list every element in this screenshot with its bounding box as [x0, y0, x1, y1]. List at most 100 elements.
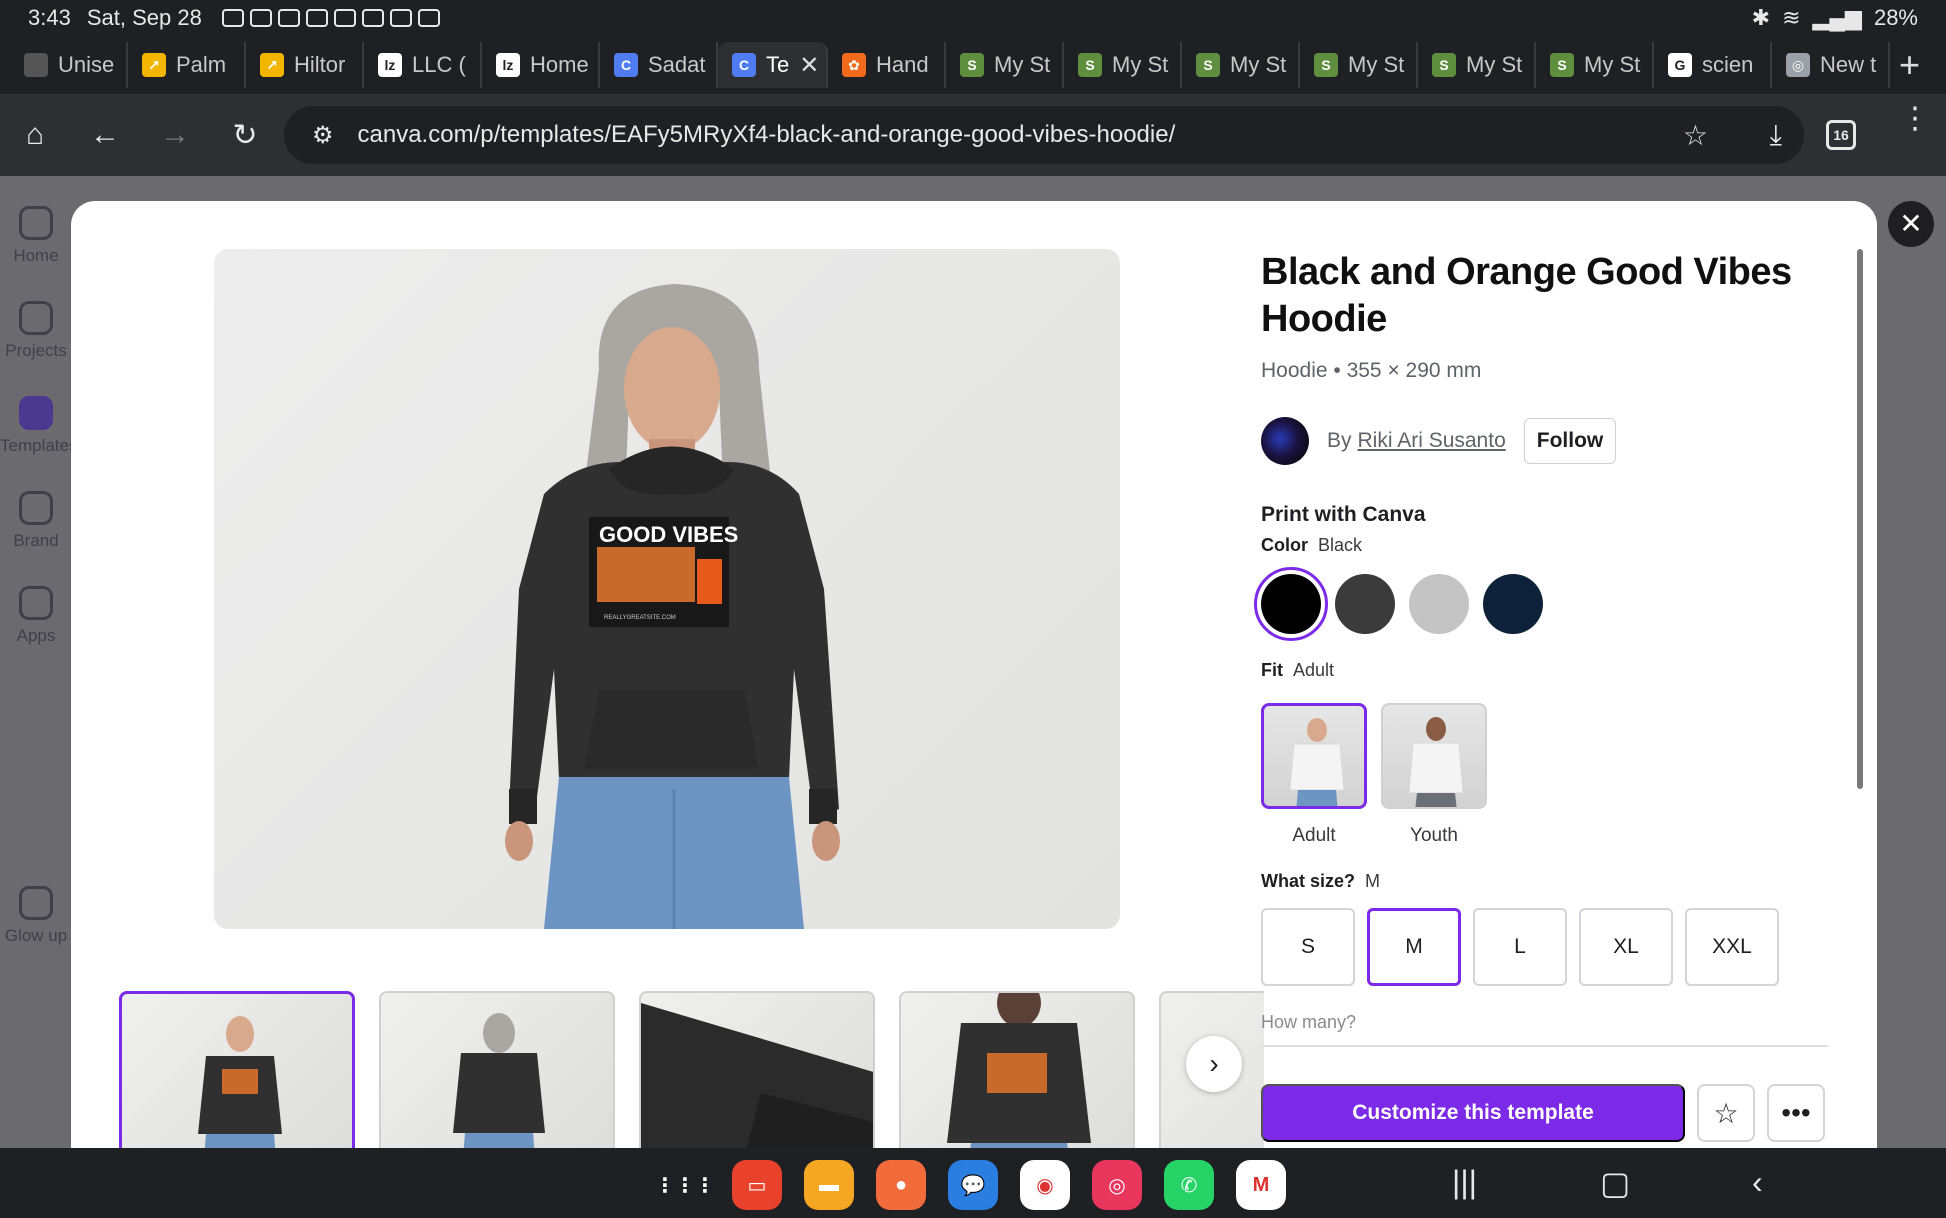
author-link[interactable]: Riki Ari Susanto	[1358, 429, 1506, 452]
notification-icon	[333, 9, 356, 27]
camera-app-icon[interactable]: ◎	[1092, 1160, 1142, 1210]
home-icon[interactable]: ⌂	[0, 118, 70, 152]
messages-app-icon[interactable]: 💬	[948, 1160, 998, 1210]
tab-title: Hiltor	[294, 52, 346, 77]
fit-label: Fit	[1261, 660, 1283, 680]
files-app-icon[interactable]: ▬	[804, 1160, 854, 1210]
tab-favicon-icon: S	[960, 53, 984, 77]
fit-option-label: Adult	[1292, 825, 1336, 846]
color-label: Color	[1261, 535, 1308, 555]
fit-value: Adult	[1293, 660, 1335, 680]
fit-label-row: Fit Adult	[1261, 660, 1841, 681]
size-option[interactable]: XL	[1579, 908, 1673, 986]
browser-tab[interactable]: S My St	[1418, 42, 1536, 88]
chrome-app-icon[interactable]: ◉	[1020, 1160, 1070, 1210]
browser-tab[interactable]: lz LLC (	[364, 42, 482, 88]
color-swatch[interactable]	[1254, 567, 1328, 641]
browser-tab[interactable]: S My St	[1064, 42, 1182, 88]
notes-app-icon[interactable]: ▭	[732, 1160, 782, 1210]
browser-tab[interactable]: Unise	[10, 42, 128, 88]
thumbnail-back[interactable]	[379, 991, 615, 1148]
page-backdrop: Home Projects Templates Brand Apps Glow up	[0, 176, 1946, 1148]
template-modal: GOOD VIBES REALLYGREATSITE.COM › Black a…	[71, 201, 1877, 1148]
rail-item[interactable]: Projects	[0, 301, 72, 361]
back-icon[interactable]: ←	[70, 118, 140, 152]
rail-item[interactable]: Glow up	[0, 886, 72, 946]
close-tab-icon[interactable]: ✕	[799, 51, 819, 80]
svg-text:REALLYGREATSITE.COM: REALLYGREATSITE.COM	[604, 615, 676, 621]
tab-favicon-icon: S	[1196, 53, 1220, 77]
follow-button[interactable]: Follow	[1523, 418, 1617, 464]
new-tab-icon[interactable]: +	[1899, 44, 1920, 86]
tab-favicon-icon: C	[732, 53, 756, 77]
tab-title: My St	[994, 52, 1051, 77]
system-nav-bar: ⋮⋮⋮ ▭ ▬ ● 💬 ◉ ◎ ✆ M ||| ▢ ‹	[0, 1148, 1946, 1218]
tab-title: My St	[1230, 52, 1287, 77]
browser-tab[interactable]: S My St	[1300, 42, 1418, 88]
thumbnail-front[interactable]	[119, 991, 355, 1148]
tab-title: My St	[1466, 52, 1523, 77]
size-option[interactable]: L	[1473, 908, 1567, 986]
rail-item[interactable]: Brand	[0, 491, 72, 551]
browser-tab[interactable]: Gscien	[1654, 42, 1772, 88]
browser-tab[interactable]: ↗ Palm	[128, 42, 246, 88]
contacts-app-icon[interactable]: ●	[876, 1160, 926, 1210]
whatsapp-app-icon[interactable]: ✆	[1164, 1160, 1214, 1210]
thumbnail-closeup[interactable]	[899, 991, 1135, 1148]
browser-tab[interactable]: S My St	[1536, 42, 1654, 88]
browser-tab[interactable]: lz Home	[482, 42, 600, 88]
browser-tab[interactable]: S My St	[946, 42, 1064, 88]
reload-icon[interactable]: ↻	[210, 118, 280, 153]
rail-icon	[19, 206, 53, 240]
size-option[interactable]: M	[1367, 908, 1461, 986]
product-hero-image: GOOD VIBES REALLYGREATSITE.COM	[214, 249, 1120, 929]
download-icon[interactable]: ⤓	[1770, 119, 1782, 152]
gmail-app-icon[interactable]: M	[1236, 1160, 1286, 1210]
browser-menu-icon[interactable]: ⋮	[1900, 104, 1930, 134]
rail-item[interactable]: Home	[0, 206, 72, 266]
address-bar[interactable]: ⚙ canva.com/p/templates/EAFy5MRyXf4-blac…	[284, 106, 1804, 164]
panel-scrollbar[interactable]	[1857, 249, 1863, 789]
favorite-star-icon[interactable]: ☆	[1697, 1084, 1755, 1142]
rail-item[interactable]: Apps	[0, 586, 72, 646]
size-option[interactable]: S	[1261, 908, 1355, 986]
site-settings-icon[interactable]: ⚙	[312, 121, 334, 150]
recent-apps-icon[interactable]: |||	[1452, 1164, 1477, 1201]
fit-option-youth[interactable]: Youth	[1381, 703, 1487, 847]
tab-favicon-icon: lz	[496, 53, 520, 77]
color-swatch[interactable]	[1483, 574, 1543, 634]
status-date: Sat, Sep 28	[86, 5, 202, 30]
thumbnail-sleeve[interactable]	[639, 991, 875, 1148]
notification-icon	[305, 9, 328, 27]
browser-tab[interactable]: S My St	[1182, 42, 1300, 88]
quantity-input[interactable]: How many?	[1261, 1012, 1828, 1047]
home-button-icon[interactable]: ▢	[1600, 1164, 1630, 1202]
notification-icon	[361, 9, 384, 27]
browser-tab[interactable]: ✿ Hand	[828, 42, 946, 88]
browser-toolbar: ⌂ ← → ↻ ⚙ canva.com/p/templates/EAFy5MRy…	[0, 94, 1946, 176]
author-avatar[interactable]	[1261, 417, 1309, 465]
color-swatch[interactable]	[1409, 574, 1469, 634]
browser-tab[interactable]: C Sadat	[600, 42, 718, 88]
rail-label: Projects	[5, 341, 67, 360]
customize-template-button[interactable]: Customize this template	[1261, 1084, 1685, 1142]
forward-icon[interactable]: →	[140, 118, 210, 152]
close-modal-button[interactable]: ✕	[1888, 201, 1934, 247]
apps-grid-icon[interactable]: ⋮⋮⋮	[655, 1160, 715, 1210]
size-option[interactable]: XXL	[1685, 908, 1779, 986]
tab-switcher-button[interactable]: 16	[1826, 120, 1856, 150]
bookmark-star-icon[interactable]: ☆	[1683, 119, 1708, 152]
rail-item[interactable]: Templates	[0, 396, 77, 456]
tab-title: My St	[1348, 52, 1405, 77]
rail-label: Glow up	[4, 926, 68, 945]
fit-option-adult[interactable]: Adult	[1261, 703, 1367, 847]
more-options-icon[interactable]: •••	[1767, 1084, 1825, 1142]
notification-icon	[277, 9, 300, 27]
tab-title: Palm	[176, 52, 227, 77]
system-back-icon[interactable]: ‹	[1752, 1164, 1763, 1201]
carousel-next-button[interactable]: ›	[1186, 1036, 1242, 1092]
browser-tab[interactable]: ↗ Hiltor	[246, 42, 364, 88]
color-swatch[interactable]	[1335, 574, 1395, 634]
browser-tab[interactable]: ◎ New t	[1772, 42, 1890, 88]
browser-tab[interactable]: C Te ✕	[718, 42, 828, 88]
